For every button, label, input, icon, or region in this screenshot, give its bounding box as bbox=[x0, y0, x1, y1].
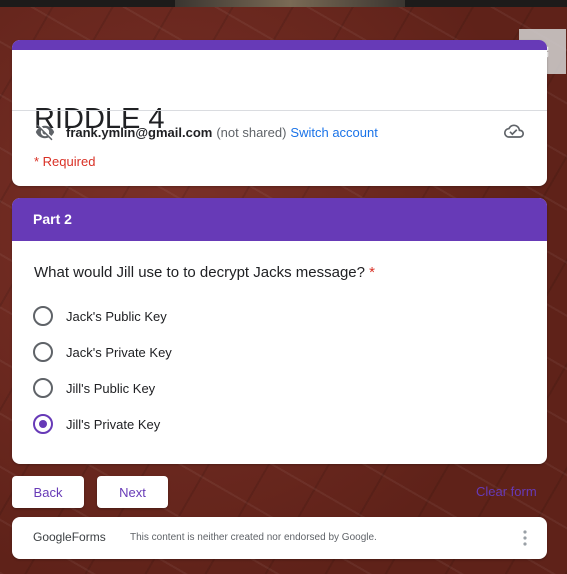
next-button[interactable]: Next bbox=[97, 476, 168, 508]
footer-card: GoogleForms This content is neither crea… bbox=[12, 517, 547, 559]
question-label: What would Jill use to to decrypt Jacks … bbox=[34, 264, 365, 281]
back-button[interactable]: Back bbox=[12, 476, 84, 508]
not-shared-label: (not shared) bbox=[216, 124, 287, 140]
radio-option[interactable]: Jack's Private Key bbox=[33, 342, 172, 362]
radio-button[interactable] bbox=[33, 378, 53, 398]
form-header-card: RIDDLE 4 frank.ymlin@gmail.com (not shar… bbox=[12, 40, 547, 186]
header-divider bbox=[12, 110, 547, 111]
question-text: What would Jill use to to decrypt Jacks … bbox=[34, 264, 375, 281]
option-label: Jack's Public Key bbox=[66, 308, 167, 324]
eye-off-icon bbox=[35, 124, 55, 141]
video-strip bbox=[0, 0, 567, 7]
required-star: * bbox=[369, 264, 375, 281]
google-forms-logo[interactable]: GoogleForms bbox=[33, 530, 106, 544]
radio-button[interactable] bbox=[33, 342, 53, 362]
clear-form-button[interactable]: Clear form bbox=[476, 484, 537, 499]
section-title: Part 2 bbox=[33, 211, 72, 227]
logo-google-text: Google bbox=[33, 530, 72, 544]
cloud-done-icon bbox=[504, 124, 524, 138]
radio-button[interactable] bbox=[33, 306, 53, 326]
radio-option[interactable]: Jill's Public Key bbox=[33, 378, 155, 398]
more-vert-icon[interactable] bbox=[523, 529, 527, 547]
option-label: Jill's Public Key bbox=[66, 380, 156, 396]
disclaimer-text: This content is neither created nor endo… bbox=[130, 532, 377, 543]
account-row: frank.ymlin@gmail.com (not shared) Switc… bbox=[34, 122, 378, 142]
option-label: Jill's Private Key bbox=[66, 416, 161, 432]
header-accent-bar bbox=[12, 40, 547, 50]
radio-option-selected[interactable]: Jill's Private Key bbox=[33, 414, 160, 434]
radio-button-checked[interactable] bbox=[33, 414, 53, 434]
option-label: Jack's Private Key bbox=[66, 344, 172, 360]
radio-option[interactable]: Jack's Public Key bbox=[33, 306, 167, 326]
logo-forms-text: Forms bbox=[71, 530, 106, 544]
switch-account-link[interactable]: Switch account bbox=[290, 125, 377, 140]
required-note: * Required bbox=[34, 154, 96, 169]
question-card: Part 2 What would Jill use to to decrypt… bbox=[12, 198, 547, 464]
account-email: frank.ymlin@gmail.com bbox=[66, 124, 213, 140]
section-header: Part 2 bbox=[12, 198, 547, 241]
